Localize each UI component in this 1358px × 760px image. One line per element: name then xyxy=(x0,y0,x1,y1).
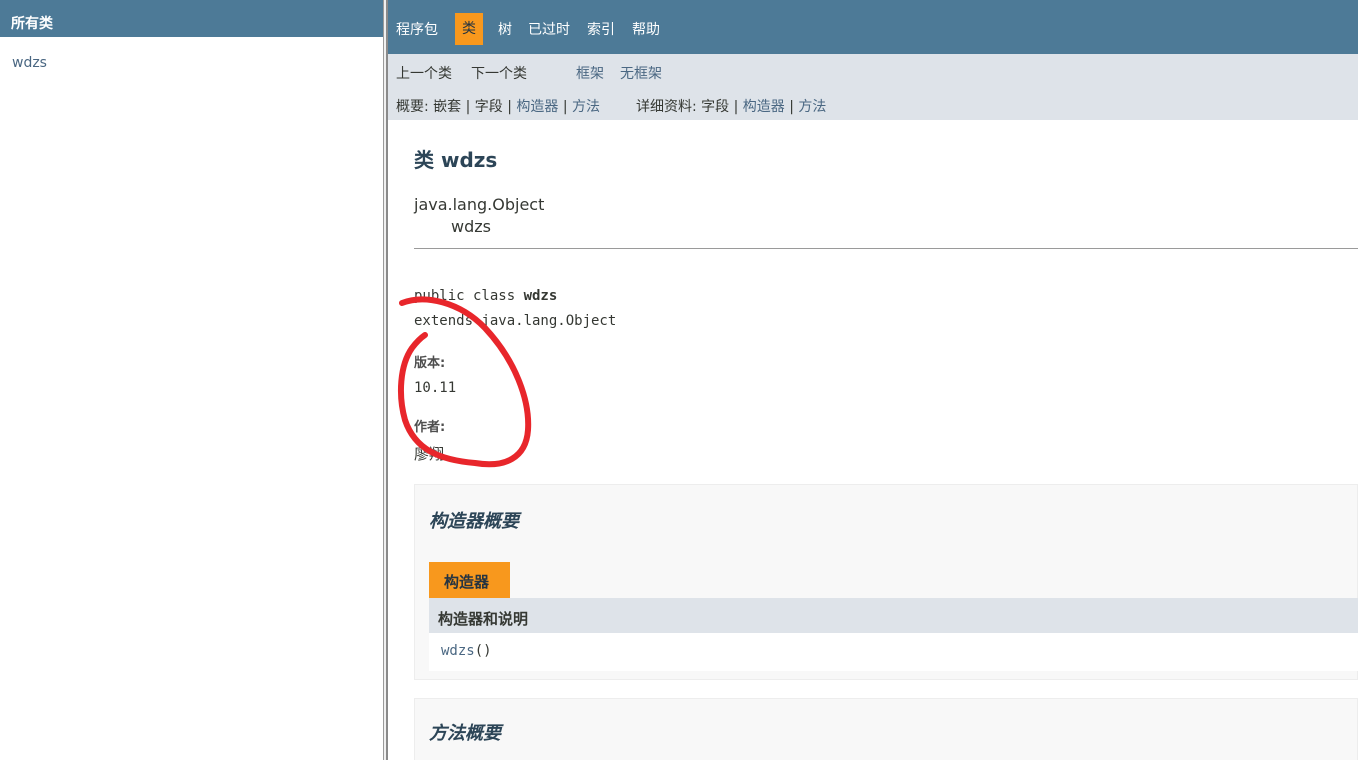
author-label: 作者: xyxy=(414,420,446,435)
separator: | xyxy=(733,99,739,115)
class-link-wdzs[interactable]: wdzs xyxy=(12,55,47,71)
no-frames-link[interactable]: 无框架 xyxy=(620,63,662,83)
constructor-link[interactable]: wdzs xyxy=(441,643,475,659)
nav-help[interactable]: 帮助 xyxy=(632,21,660,39)
summary-constructor-link[interactable]: 构造器 xyxy=(516,99,558,115)
detail-links: 详细资料: 字段 | 构造器 | 方法 xyxy=(636,96,826,116)
constructor-summary-title: 构造器概要 xyxy=(429,511,519,532)
nav-class: 类 xyxy=(455,13,483,45)
class-declaration: public class wdzs xyxy=(414,288,557,304)
summary-label: 概要: xyxy=(396,99,429,115)
constructor-summary: 构造器概要 构造器 构造器和说明 wdzs() xyxy=(414,484,1358,680)
nav-package[interactable]: 程序包 xyxy=(396,21,438,39)
declaration-prefix: public class xyxy=(414,288,524,304)
sub-navbar: 上一个类 下一个类 框架 无框架 概要: 嵌套 | 字段 | 构造器 | 方法 … xyxy=(388,54,1358,120)
detail-method-link[interactable]: 方法 xyxy=(798,99,826,115)
detail-constructor-link[interactable]: 构造器 xyxy=(743,99,785,115)
nav-deprecated[interactable]: 已过时 xyxy=(528,21,570,39)
method-summary-title: 方法概要 xyxy=(429,723,501,744)
class-list: wdzs xyxy=(0,37,383,71)
author-value: 廖翔 xyxy=(414,445,445,463)
class-extends: extends java.lang.Object xyxy=(414,313,617,329)
declaration-class-name: wdzs xyxy=(523,288,558,304)
nav-tree[interactable]: 树 xyxy=(498,21,512,39)
detail-label: 详细资料: xyxy=(636,99,697,115)
nav-index[interactable]: 索引 xyxy=(587,21,615,39)
separator: | xyxy=(789,99,794,115)
separator: | xyxy=(507,99,512,115)
inheritance-child: wdzs xyxy=(451,217,491,236)
separator: | xyxy=(562,99,568,115)
all-classes-header: 所有类 xyxy=(0,0,383,37)
all-classes-frame: 所有类 wdzs xyxy=(0,0,383,760)
summary-nested: 嵌套 xyxy=(433,99,462,115)
constructor-table-header: 构造器和说明 xyxy=(429,598,1358,633)
frames-link[interactable]: 框架 xyxy=(576,63,604,83)
divider-line xyxy=(414,248,1358,249)
detail-field: 字段 xyxy=(701,99,730,115)
summary-method-link[interactable]: 方法 xyxy=(572,99,600,115)
prev-class-link: 上一个类 xyxy=(396,66,452,82)
summary-field: 字段 xyxy=(474,99,503,115)
top-navbar: 程序包 类 树 已过时 索引 帮助 xyxy=(388,0,1358,54)
next-class-link: 下一个类 xyxy=(471,66,527,82)
constructor-tab: 构造器 xyxy=(429,562,510,598)
inheritance-parent: java.lang.Object xyxy=(414,195,545,214)
class-doc-frame: 程序包 类 树 已过时 索引 帮助 上一个类 下一个类 框架 无框架 概要: 嵌… xyxy=(388,0,1358,760)
table-row: wdzs() xyxy=(429,633,1358,671)
method-summary: 方法概要 xyxy=(414,698,1358,760)
version-value: 10.11 xyxy=(414,380,457,396)
summary-links: 概要: 嵌套 | 字段 | 构造器 | 方法 xyxy=(396,96,600,116)
separator: | xyxy=(465,99,471,115)
version-label: 版本: xyxy=(414,356,446,371)
page-title: 类 wdzs xyxy=(414,148,498,172)
constructor-params: () xyxy=(474,643,492,659)
